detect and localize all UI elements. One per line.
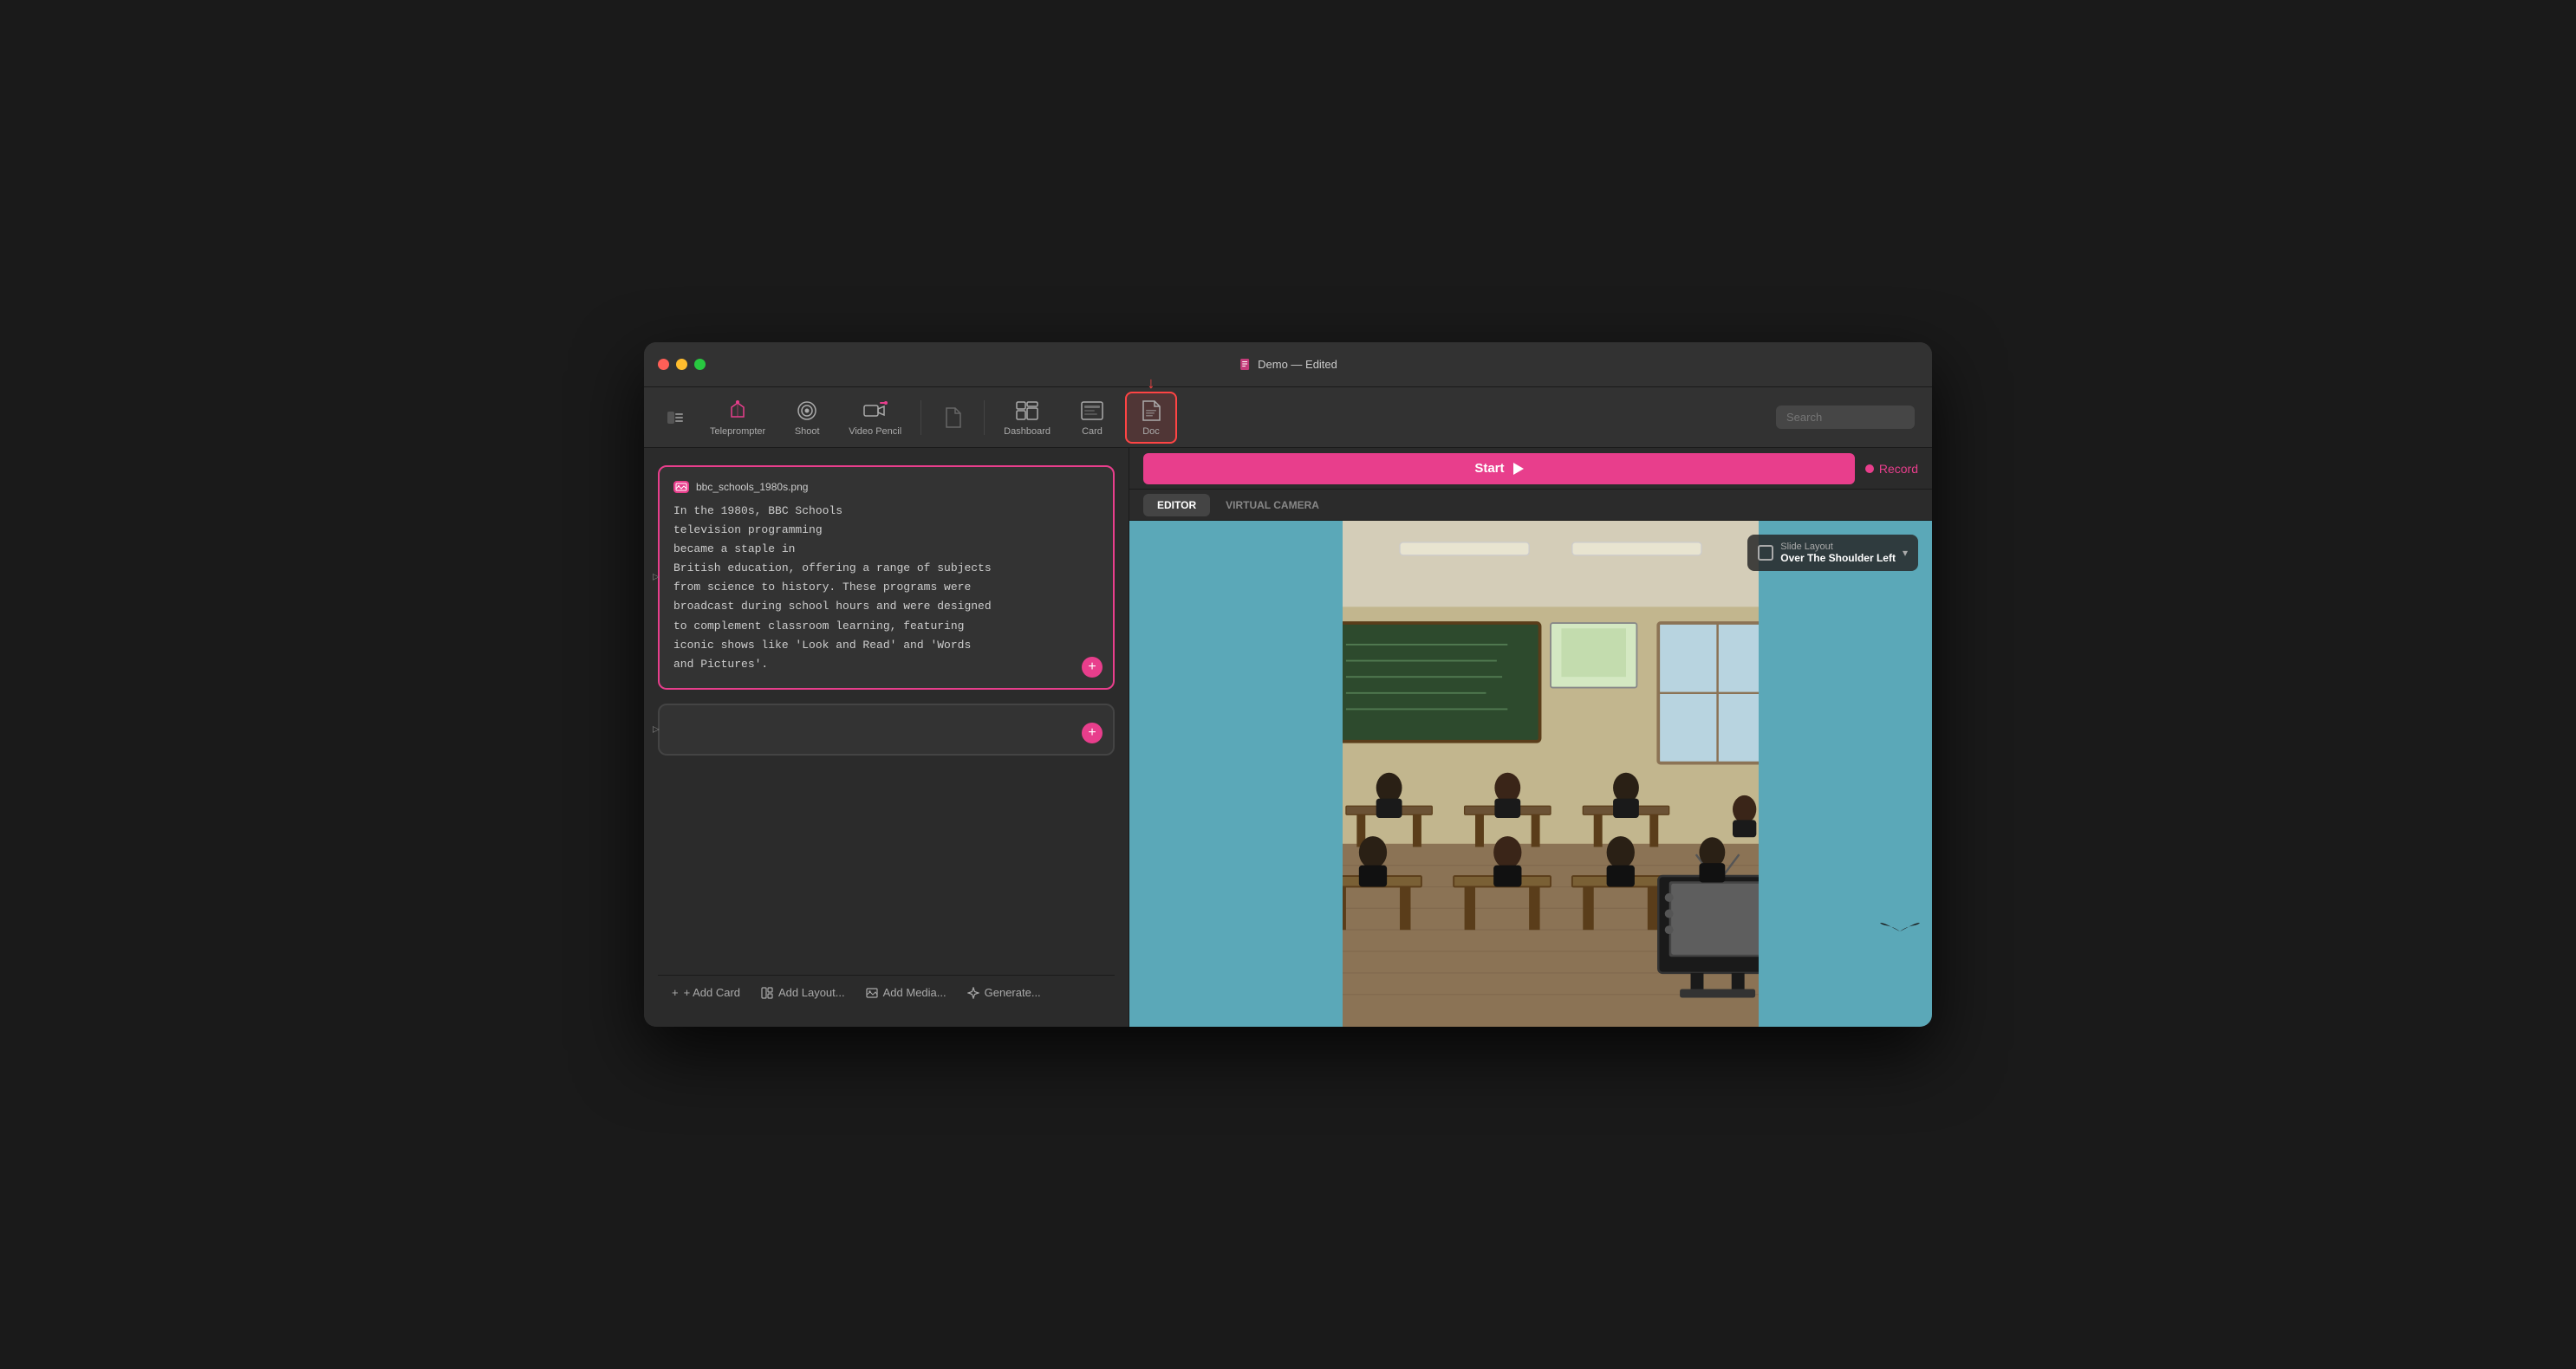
tab-editor-label: EDITOR bbox=[1157, 499, 1196, 511]
doc-label: Doc bbox=[1142, 426, 1160, 437]
record-label: Record bbox=[1879, 462, 1918, 476]
add-card-icon: + bbox=[672, 986, 679, 999]
doc-tool[interactable]: ↓ Doc bbox=[1125, 392, 1177, 444]
slide-left-background bbox=[1129, 521, 1343, 1027]
toolbar-separator-2 bbox=[984, 400, 985, 435]
card-2-add-button[interactable]: + bbox=[1082, 723, 1103, 743]
main-content: ▷ bbc_schools_1980s.png In the 1980s, BB… bbox=[644, 448, 1932, 1027]
toolbar-main-group: Teleprompter Shoot bbox=[701, 393, 910, 442]
card-1-filename: bbc_schools_1980s.png bbox=[696, 481, 808, 493]
toolbar: Teleprompter Shoot bbox=[644, 387, 1932, 448]
bird-silhouette bbox=[1878, 914, 1922, 949]
tab-virtual-camera-label: VIRTUAL CAMERA bbox=[1226, 499, 1319, 511]
shoot-label: Shoot bbox=[795, 426, 820, 437]
toolbar-secondary-group: Dashboard Card ↓ bbox=[995, 392, 1177, 444]
record-button[interactable]: Record bbox=[1865, 462, 1918, 476]
titlebar: Demo — Edited bbox=[644, 342, 1932, 387]
image-icon bbox=[673, 481, 689, 493]
left-panel: ▷ bbc_schools_1980s.png In the 1980s, BB… bbox=[644, 448, 1129, 1027]
dashboard-label: Dashboard bbox=[1004, 426, 1051, 437]
doc-title-icon bbox=[1239, 358, 1252, 372]
card-label: Card bbox=[1082, 426, 1103, 437]
bottom-toolbar: + + Add Card Add Layout... bbox=[658, 975, 1115, 1009]
add-media-label: Add Media... bbox=[883, 986, 946, 999]
dashboard-icon bbox=[1015, 399, 1039, 423]
add-media-button[interactable]: Add Media... bbox=[866, 986, 946, 999]
slide-preview: Slide Layout Over The Shoulder Left ▾ bbox=[1129, 521, 1932, 1027]
add-layout-label: Add Layout... bbox=[778, 986, 845, 999]
tab-virtual-camera[interactable]: VIRTUAL CAMERA bbox=[1212, 494, 1333, 516]
sidebar-toggle-button[interactable] bbox=[661, 404, 689, 431]
video-pencil-icon bbox=[863, 399, 888, 423]
slide-layout-thumbnail-icon bbox=[1758, 545, 1773, 561]
file-tool[interactable] bbox=[932, 400, 973, 435]
slide-layout-badge[interactable]: Slide Layout Over The Shoulder Left ▾ bbox=[1747, 535, 1918, 571]
add-card-button[interactable]: + + Add Card bbox=[672, 986, 740, 999]
generate-button[interactable]: Generate... bbox=[967, 986, 1041, 999]
chevron-down-icon: ▾ bbox=[1903, 547, 1908, 559]
start-button[interactable]: Start bbox=[1143, 453, 1855, 484]
toolbar-right bbox=[1776, 406, 1915, 429]
doc-icon bbox=[1139, 399, 1163, 423]
app-window: Demo — Edited bbox=[644, 342, 1932, 1027]
video-pencil-label: Video Pencil bbox=[849, 426, 901, 437]
slide-layout-name: Over The Shoulder Left bbox=[1780, 552, 1896, 564]
play-button-1[interactable]: ▷ bbox=[653, 573, 660, 582]
left-panel-spacer bbox=[658, 769, 1115, 961]
card-tool[interactable]: Card bbox=[1066, 393, 1118, 442]
shoot-tool[interactable]: Shoot bbox=[781, 393, 833, 442]
preview-area: Slide Layout Over The Shoulder Left ▾ bbox=[1129, 521, 1932, 1027]
slide-layout-title: Slide Layout bbox=[1780, 542, 1896, 552]
slide-right-background bbox=[1759, 521, 1932, 1027]
record-dot-icon bbox=[1865, 464, 1874, 473]
start-label: Start bbox=[1474, 461, 1504, 476]
window-title: Demo — Edited bbox=[1258, 358, 1337, 371]
tab-editor[interactable]: EDITOR bbox=[1143, 494, 1210, 516]
shoot-icon bbox=[795, 399, 819, 423]
right-panel: Start Record EDITOR VIRTUAL CAMERA bbox=[1129, 448, 1932, 1027]
traffic-lights bbox=[658, 359, 706, 370]
add-card-label: + Add Card bbox=[684, 986, 740, 999]
card-2: ▷ + bbox=[658, 704, 1115, 756]
media-icon bbox=[866, 987, 878, 999]
video-pencil-tool[interactable]: Video Pencil bbox=[840, 393, 910, 442]
card-1-header: bbc_schools_1980s.png bbox=[673, 481, 1099, 493]
dashboard-tool[interactable]: Dashboard bbox=[995, 393, 1059, 442]
card-icon bbox=[1080, 399, 1104, 423]
toolbar-separator-1 bbox=[920, 400, 921, 435]
add-layout-button[interactable]: Add Layout... bbox=[761, 986, 845, 999]
play-icon bbox=[1513, 463, 1524, 475]
teleprompter-label: Teleprompter bbox=[710, 426, 765, 437]
play-button-2[interactable]: ▷ bbox=[653, 724, 660, 734]
teleprompter-tool[interactable]: Teleprompter bbox=[701, 393, 774, 442]
generate-label: Generate... bbox=[985, 986, 1041, 999]
right-action-bar: Start Record bbox=[1129, 448, 1932, 490]
slide-classroom-image bbox=[1343, 521, 1759, 1027]
tabs-bar: EDITOR VIRTUAL CAMERA bbox=[1129, 490, 1932, 521]
minimize-button[interactable] bbox=[676, 359, 687, 370]
doc-arrow-indicator: ↓ bbox=[1147, 374, 1155, 393]
close-button[interactable] bbox=[658, 359, 669, 370]
search-input[interactable] bbox=[1776, 406, 1915, 429]
card-1-text: In the 1980s, BBC Schoolstelevision prog… bbox=[673, 502, 1099, 674]
card-1: ▷ bbc_schools_1980s.png In the 1980s, BB… bbox=[658, 465, 1115, 690]
teleprompter-icon bbox=[725, 399, 750, 423]
maximize-button[interactable] bbox=[694, 359, 706, 370]
layout-icon bbox=[761, 987, 773, 999]
window-title-area: Demo — Edited bbox=[1239, 358, 1337, 372]
generate-icon bbox=[967, 987, 979, 999]
file-icon bbox=[940, 406, 965, 430]
card-1-add-button[interactable]: + bbox=[1082, 657, 1103, 678]
slide-layout-text: Slide Layout Over The Shoulder Left bbox=[1780, 542, 1896, 564]
